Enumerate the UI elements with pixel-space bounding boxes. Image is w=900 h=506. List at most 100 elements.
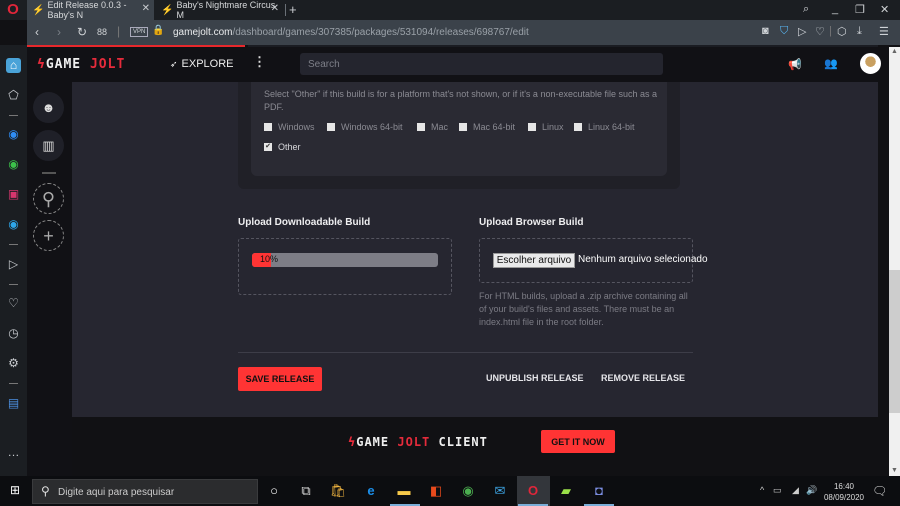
discord-icon[interactable]: ◘ [590, 482, 608, 500]
mail-icon[interactable]: ✉ [491, 482, 509, 500]
volume-icon[interactable]: 🔊 [806, 485, 817, 496]
browser-build-help: For HTML builds, upload a .zip archive c… [479, 291, 688, 327]
opera-menu-icon[interactable]: O [5, 2, 21, 18]
camera-icon[interactable]: ◙ [762, 25, 769, 37]
reload-icon[interactable]: ↻ [77, 25, 87, 39]
user-avatar[interactable] [860, 53, 881, 74]
battery-icon[interactable]: ▭ [773, 485, 782, 496]
separator: | [829, 25, 832, 37]
explore-link[interactable]: ➶ EXPLORE [170, 58, 234, 70]
checkbox-label: Mac 64-bit [473, 122, 516, 132]
extension-icon[interactable]: ▤ [6, 396, 21, 411]
save-release-button[interactable]: SAVE RELEASE [238, 367, 322, 391]
shield-icon[interactable]: ⛉ [780, 25, 788, 38]
checkbox-mac[interactable]: Mac [417, 122, 448, 132]
checkbox-box[interactable] [574, 123, 582, 131]
chrome-icon[interactable]: ◉ [459, 482, 477, 500]
heart-icon[interactable]: ♡ [815, 25, 825, 38]
checkbox-box[interactable] [264, 123, 272, 131]
tray-expand-icon[interactable]: ^ [760, 485, 764, 495]
tab-game-page[interactable]: ⚡ Baby's Nightmare Circus M ✕ [156, 0, 283, 20]
checkbox-windows[interactable]: Windows [264, 122, 315, 132]
close-window-button[interactable]: ✕ [880, 3, 889, 16]
file-explorer-icon[interactable]: ▬ [395, 482, 413, 500]
checkbox-windows-64[interactable]: Windows 64-bit [327, 122, 403, 132]
office-icon[interactable]: ◧ [427, 482, 445, 500]
search-tabs-icon[interactable]: ⌕ [803, 3, 809, 16]
browser-tab-bar: O ⚡ Edit Release 0.0.3 - Baby's N ✕ ⚡ Ba… [0, 0, 900, 20]
easy-setup-icon[interactable]: ☰ [879, 25, 889, 38]
checkbox-linux[interactable]: Linux [528, 122, 564, 132]
forward-icon[interactable]: › [57, 25, 61, 39]
gamejolt-logo[interactable]: ϟGAME JOLT [37, 57, 125, 72]
twitter-icon[interactable]: ◉ [6, 217, 21, 232]
settings-gear-icon[interactable]: ⚙ [6, 356, 21, 371]
tab-title: Edit Release 0.0.3 - Baby's N [47, 0, 127, 20]
checkbox-box[interactable] [417, 123, 425, 131]
checkbox-box[interactable] [528, 123, 536, 131]
new-tab-button[interactable]: + [289, 2, 297, 17]
store-icon[interactable]: 🛍 [329, 482, 347, 500]
clock-date: 08/09/2020 [823, 493, 865, 502]
messenger-icon[interactable]: ◉ [6, 127, 21, 142]
url-field[interactable]: gamejolt.com/dashboard/games/307385/pack… [173, 27, 529, 38]
whatsapp-icon[interactable]: ◉ [6, 157, 21, 172]
restore-button[interactable]: ❐ [855, 3, 865, 16]
home-icon[interactable]: ⌂ [6, 58, 21, 73]
vpn-badge[interactable]: VPN [130, 27, 149, 37]
speed-dial-icon[interactable]: 88 [97, 27, 107, 37]
opera-taskbar-icon[interactable]: O [524, 482, 542, 500]
checkbox-label: Linux [542, 122, 564, 132]
minimize-button[interactable]: _ [832, 3, 838, 15]
friends-icon[interactable]: 👥 [824, 57, 838, 70]
checkbox-box[interactable] [327, 123, 335, 131]
platforms-help-text: Select "Other" if this build is for a pl… [264, 89, 658, 112]
tab-edit-release[interactable]: ⚡ Edit Release 0.0.3 - Baby's N ✕ [27, 0, 154, 20]
checkmark-icon[interactable]: ✔ [264, 143, 272, 151]
scroll-down-icon[interactable]: ▼ [891, 467, 898, 474]
search-community-icon[interactable]: ⚲ [33, 183, 64, 214]
edge-icon[interactable]: e [362, 482, 380, 500]
taskbar-clock[interactable]: 16:40 08/09/2020 [822, 481, 866, 503]
download-icon[interactable]: ⤓ [857, 25, 862, 38]
separator [9, 383, 18, 384]
wifi-icon[interactable]: ◢ [792, 485, 799, 496]
flow-send-icon[interactable]: ▷ [6, 257, 21, 272]
checkbox-other[interactable]: ✔ Other [264, 142, 301, 152]
taskbar-search[interactable]: ⚲ Digite aqui para pesquisar [32, 479, 258, 504]
favorites-heart-icon[interactable]: ♡ [6, 296, 21, 311]
close-tab-icon[interactable]: ✕ [142, 3, 150, 14]
back-icon[interactable]: ‹ [35, 25, 39, 39]
activity-icon[interactable]: ☻ [33, 92, 64, 123]
get-it-now-button[interactable]: GET IT NOW [541, 430, 615, 453]
history-clock-icon[interactable]: ◷ [6, 326, 21, 341]
task-view-icon[interactable]: ⧉ [297, 482, 315, 500]
library-icon[interactable]: ▥ [33, 130, 64, 161]
instagram-icon[interactable]: ▣ [6, 187, 21, 202]
lock-icon[interactable]: 🔒 [152, 25, 164, 36]
scroll-up-icon[interactable]: ▲ [891, 48, 898, 55]
checkbox-mac-64[interactable]: Mac 64-bit [459, 122, 515, 132]
search-input[interactable] [300, 53, 663, 75]
megaphone-icon[interactable]: 📢 [788, 58, 802, 71]
more-menu-icon[interactable]: ⋮ [253, 54, 266, 70]
cortana-icon[interactable]: ○ [265, 482, 283, 500]
bookmarks-icon[interactable]: ⬠ [6, 88, 21, 103]
send-icon[interactable]: ▷ [798, 25, 806, 38]
cube-icon[interactable]: ⬡ [837, 25, 847, 38]
remove-release-button[interactable]: REMOVE RELEASE [601, 373, 685, 383]
clock-time: 16:40 [833, 482, 855, 491]
separator [9, 115, 18, 116]
more-icon[interactable]: … [6, 445, 21, 460]
unpublish-release-button[interactable]: UNPUBLISH RELEASE [486, 373, 584, 383]
close-tab-icon[interactable]: ✕ [271, 3, 279, 14]
windows-start-icon[interactable]: ⊞ [10, 484, 22, 496]
checkbox-box[interactable] [459, 123, 467, 131]
checkbox-linux-64[interactable]: Linux 64-bit [574, 122, 635, 132]
app-icon[interactable]: ▰ [557, 482, 575, 500]
add-community-icon[interactable]: + [33, 220, 64, 251]
notifications-icon[interactable]: 🗨 [872, 484, 887, 498]
choose-file-button[interactable]: Escolher arquivo [493, 253, 575, 268]
scrollbar-thumb[interactable] [889, 270, 900, 413]
separator [42, 172, 56, 174]
